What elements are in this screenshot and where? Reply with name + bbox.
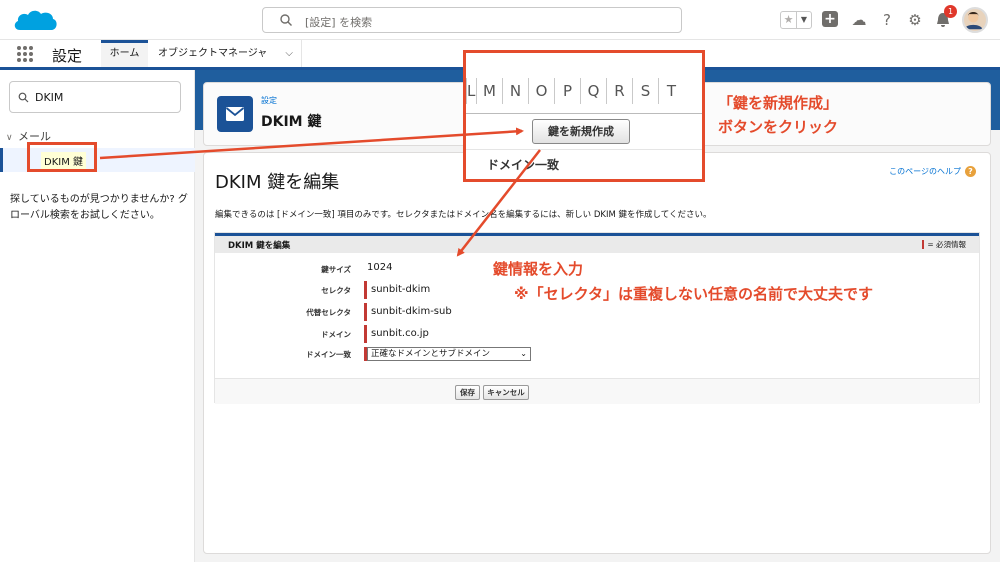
chevron-down-icon[interactable]: ∨ xyxy=(6,133,18,143)
letter-filter[interactable]: O xyxy=(528,78,554,104)
letter-filter[interactable]: T xyxy=(658,78,684,104)
letter-filter[interactable]: R xyxy=(606,78,632,104)
page-title: DKIM 鍵 xyxy=(261,114,322,130)
new-key-button[interactable]: 鍵を新規作成 xyxy=(532,119,630,144)
tab-object-manager-label: オブジェクトマネージャ xyxy=(158,48,268,59)
required-indicator xyxy=(922,240,925,249)
annotation-click-line2: ボタンをクリック xyxy=(718,118,839,136)
field-label: ドメイン xyxy=(321,330,351,339)
alt-selector-input[interactable]: sunbit-dkim-sub xyxy=(364,303,486,321)
letter-filter[interactable]: L xyxy=(466,78,476,104)
question-icon[interactable]: ? xyxy=(965,166,976,177)
field-label: 代替セレクタ xyxy=(306,308,351,317)
info-text: 編集できるのは [ドメイン一致] 項目のみです。セレクタまたはドメイン名を編集す… xyxy=(215,210,712,220)
breadcrumb[interactable]: 設定 xyxy=(261,95,277,106)
key-size-value: 1024 xyxy=(367,262,393,273)
search-icon xyxy=(280,14,292,26)
annotation-highlight-box xyxy=(27,142,97,172)
help-link[interactable]: このページのヘルプ ? xyxy=(889,166,976,177)
avatar[interactable] xyxy=(962,7,988,33)
required-legend-text: = 必須情報 xyxy=(927,240,966,249)
not-found-hint: 探しているものが見つかりませんか? グローバル検索をお試しください。 xyxy=(10,194,188,221)
letter-filter[interactable]: Q xyxy=(580,78,606,104)
field-domain-match: ドメイン一致 正確なドメインとサブドメイン ⌄ xyxy=(215,346,979,366)
letter-filter[interactable]: M xyxy=(476,78,502,104)
plus-icon: + xyxy=(822,11,838,27)
section-title: DKIM 鍵を編集 xyxy=(228,241,291,251)
column-header: ドメイン一致 xyxy=(487,158,560,172)
field-label: セレクタ xyxy=(321,286,351,295)
letter-filter[interactable]: N xyxy=(502,78,528,104)
setup-sidebar: DKIM ∨ メール DKIM 鍵 探しているものが見つかりませんか? グローバル… xyxy=(0,70,195,562)
app-launcher-icon[interactable] xyxy=(17,46,33,62)
salesforce-logo-icon[interactable] xyxy=(12,6,58,36)
form-footer: 保存 キャンセル xyxy=(215,378,979,404)
search-icon xyxy=(18,92,29,103)
email-icon xyxy=(217,96,253,132)
global-header: [設定] を検索 ★ ▼ + ☁ ? ⚙ 1 xyxy=(0,0,1000,40)
tab-home[interactable]: ホーム xyxy=(101,40,148,67)
field-domain: ドメイン sunbit.co.jp xyxy=(215,325,979,346)
chevron-down-icon[interactable]: ⌵ xyxy=(285,40,293,67)
field-key-size: 鍵サイズ 1024 xyxy=(215,261,979,281)
field-alt-selector: 代替セレクタ sunbit-dkim-sub xyxy=(215,303,979,324)
save-button[interactable]: 保存 xyxy=(455,385,480,400)
chevron-down-icon[interactable]: ▼ xyxy=(796,12,811,28)
edit-section: DKIM 鍵を編集 = 必須情報 鍵サイズ 1024 セレクタ sunbit-d… xyxy=(214,232,980,404)
favorites-button[interactable]: ★ ▼ xyxy=(780,11,812,29)
trailhead-icon[interactable]: ☁ xyxy=(850,11,868,29)
field-label: ドメイン一致 xyxy=(306,350,351,359)
search-placeholder: [設定] を検索 xyxy=(305,16,373,29)
chevron-down-icon: ⌄ xyxy=(520,349,527,358)
annotation-click-line1: 「鍵を新規作成」 xyxy=(718,94,839,112)
annotation-selector-note: ※「セレクタ」は重複しない任意の名前で大丈夫です xyxy=(514,285,873,303)
help-link-label[interactable]: このページのヘルプ xyxy=(889,166,961,177)
section-header: DKIM 鍵を編集 = 必須情報 xyxy=(215,233,979,253)
annotation-enter-info: 鍵情報を入力 xyxy=(493,260,584,278)
domain-match-select[interactable]: 正確なドメインとサブドメイン ⌄ xyxy=(364,347,531,361)
help-icon[interactable]: ? xyxy=(878,11,896,29)
quick-find-input[interactable]: DKIM xyxy=(9,81,181,113)
zoom-callout: L M N O P Q R S T 鍵を新規作成 ドメイン一致 xyxy=(463,50,705,182)
edit-page-title: DKIM 鍵を編集 xyxy=(215,172,340,193)
cancel-button[interactable]: キャンセル xyxy=(483,385,529,400)
main-content: DKIM 鍵を編集 このページのヘルプ ? 編集できるのは [ドメイン一致] 項… xyxy=(203,152,991,554)
global-search-input[interactable]: [設定] を検索 xyxy=(262,7,682,33)
letter-filter[interactable]: S xyxy=(632,78,658,104)
letter-filter[interactable]: P xyxy=(554,78,580,104)
domain-input[interactable]: sunbit.co.jp xyxy=(364,325,486,343)
field-label: 鍵サイズ xyxy=(321,265,351,274)
app-name: 設定 xyxy=(52,47,83,65)
alphabet-filter: L M N O P Q R S T xyxy=(466,78,702,104)
required-legend: = 必須情報 xyxy=(922,239,966,250)
quick-find-value: DKIM xyxy=(35,91,64,104)
selector-input[interactable]: sunbit-dkim xyxy=(364,281,486,299)
star-icon[interactable]: ★ xyxy=(781,12,796,28)
notifications-bell-icon[interactable]: 1 xyxy=(934,5,957,29)
gear-icon[interactable]: ⚙ xyxy=(906,11,924,29)
form-body: 鍵サイズ 1024 セレクタ sunbit-dkim 代替セレクタ sunbit… xyxy=(215,253,979,378)
notification-badge: 1 xyxy=(944,5,957,18)
tab-object-manager[interactable]: オブジェクトマネージャ ⌵ xyxy=(150,40,302,67)
domain-match-selected: 正確なドメインとサブドメイン xyxy=(371,349,491,359)
global-actions-button[interactable]: + xyxy=(822,11,840,29)
